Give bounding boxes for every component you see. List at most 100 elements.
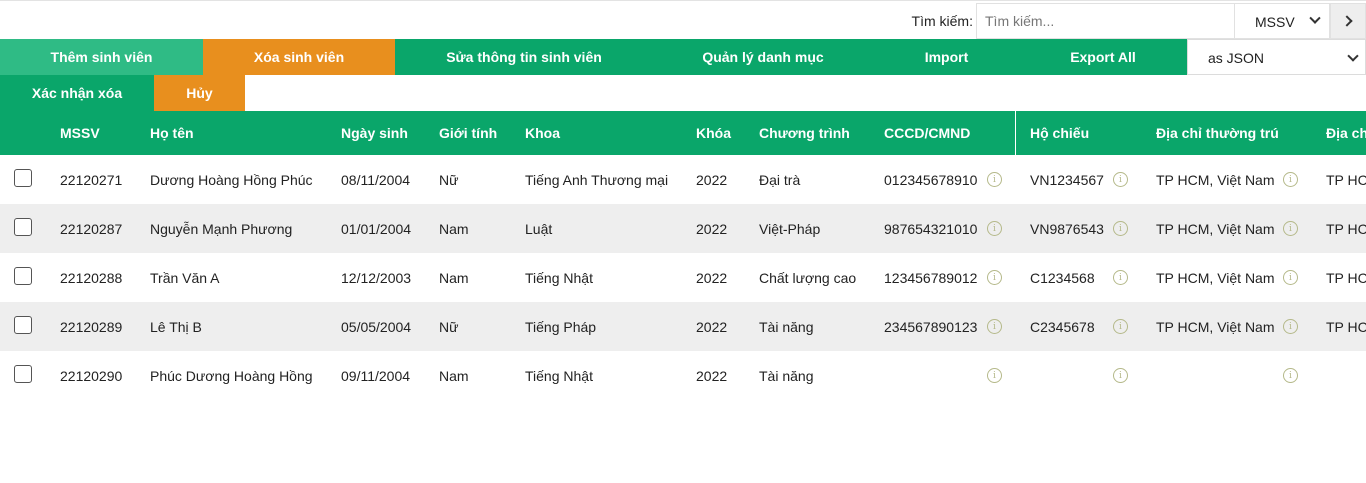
cell-spacer — [1015, 253, 1030, 302]
cell-permanent-address: i — [1156, 351, 1326, 400]
cell-passport: C2345678 i — [1030, 302, 1156, 351]
cell-spacer — [1015, 302, 1030, 351]
cell-program: Chất lượng cao — [759, 269, 857, 286]
cell-mssv: 22120288 — [60, 269, 123, 286]
cell-id-card: i — [884, 351, 1015, 400]
add-student-button[interactable]: Thêm sinh viên — [0, 39, 203, 75]
export-format-value: as JSON — [1208, 50, 1265, 66]
cell-cohort: 2022 — [696, 269, 728, 286]
delete-confirm-bar: Xác nhận xóa Hủy — [0, 75, 245, 111]
cell-dob: 08/11/2004 — [341, 171, 411, 188]
info-icon[interactable]: i — [1113, 270, 1128, 285]
cell-address-2 — [1326, 351, 1366, 400]
manage-categories-button[interactable]: Quản lý danh mục — [653, 39, 873, 75]
row-checkbox[interactable] — [14, 364, 32, 383]
cell-passport: VN1234567 i — [1030, 155, 1156, 204]
id-card-value: 987654321010 — [884, 220, 978, 237]
id-card-value: 012345678910 — [884, 171, 978, 188]
delete-student-button[interactable]: Xóa sinh viên — [203, 39, 395, 75]
cell-program: Việt-Pháp — [759, 220, 821, 237]
import-button[interactable]: Import — [873, 39, 1020, 75]
cell-dob: 09/11/2004 — [341, 367, 411, 384]
cell-cohort: 2022 — [696, 220, 728, 237]
row-checkbox[interactable] — [14, 168, 32, 187]
cell-faculty: Tiếng Nhật — [525, 367, 593, 384]
row-select-cell — [0, 351, 60, 400]
info-icon[interactable]: i — [1283, 270, 1298, 285]
cell-address-2: TP HCM — [1326, 269, 1366, 286]
cell-gender: Nữ — [439, 171, 459, 188]
cell-spacer — [1015, 155, 1030, 204]
cell-dob: 01/01/2004 — [341, 220, 412, 237]
search-input[interactable] — [976, 3, 1234, 39]
cell-address-2: TP HCM — [1326, 220, 1366, 237]
edit-student-button[interactable]: Sửa thông tin sinh viên — [395, 39, 653, 75]
cell-id-card: 012345678910 i — [884, 155, 1015, 204]
header-divider — [1014, 111, 1030, 155]
info-icon[interactable]: i — [1113, 368, 1128, 383]
cell-address-2: TP HCM — [1326, 171, 1366, 188]
info-icon[interactable]: i — [987, 270, 1002, 285]
table-row[interactable]: 22120290 Phúc Dương Hoàng Hồng 09/11/2004 N… — [0, 351, 1366, 400]
cell-mssv: 22120290 — [60, 367, 123, 384]
search-label: Tìm kiếm: — [911, 13, 973, 29]
cell-cohort: 2022 — [696, 367, 728, 384]
cell-id-card: 987654321010 i — [884, 204, 1015, 253]
chevron-right-icon — [1341, 15, 1353, 27]
header-gender[interactable]: Giới tính — [439, 111, 525, 155]
cell-id-card: 123456789012 i — [884, 253, 1015, 302]
cell-spacer — [1015, 204, 1030, 253]
cell-faculty: Tiếng Nhật — [525, 269, 593, 286]
header-faculty[interactable]: Khoa — [525, 111, 696, 155]
student-table-container: MSSV Họ tên Ngày sinh Giới tính Khoa Khó… — [0, 111, 1366, 401]
table-row[interactable]: 22120289 Lê Thị B 05/05/2004 Nữ Tiếng Pháp 20… — [0, 302, 1366, 351]
header-dob[interactable]: Ngày sinh — [341, 111, 439, 155]
header-program[interactable]: Chương trình — [759, 111, 884, 155]
info-icon[interactable]: i — [1283, 172, 1298, 187]
info-icon[interactable]: i — [1113, 221, 1128, 236]
cell-name: Nguyễn Mạnh Phương — [150, 220, 293, 237]
cell-passport: i — [1030, 351, 1156, 400]
info-icon[interactable]: i — [987, 221, 1002, 236]
info-icon[interactable]: i — [1113, 319, 1128, 334]
permanent-address-value: TP HCM, Việt Nam — [1156, 171, 1275, 188]
export-all-button[interactable]: Export All — [1020, 39, 1186, 75]
header-name[interactable]: Họ tên — [150, 111, 341, 155]
cell-gender: Nam — [439, 367, 469, 384]
toolbar: Thêm sinh viên Xóa sinh viên Sửa thông t… — [0, 39, 1366, 75]
table-row[interactable]: 22120287 Nguyễn Mạnh Phương 01/01/2004 Nam L… — [0, 204, 1366, 253]
header-passport[interactable]: Hộ chiếu — [1030, 111, 1156, 155]
header-cohort[interactable]: Khóa — [696, 111, 759, 155]
info-icon[interactable]: i — [1283, 368, 1298, 383]
cell-gender: Nam — [439, 220, 469, 237]
permanent-address-value: TP HCM, Việt Nam — [1156, 269, 1275, 286]
header-permanent-address[interactable]: Địa chỉ thường trú — [1156, 111, 1326, 155]
table-row[interactable]: 22120288 Trần Văn A 12/12/2003 Nam Tiếng Nhậ… — [0, 253, 1366, 302]
header-id-card[interactable]: CCCD/CMND — [884, 111, 1015, 155]
chevron-down-icon — [1309, 12, 1321, 24]
header-mssv[interactable]: MSSV — [60, 111, 150, 155]
info-icon[interactable]: i — [987, 368, 1002, 383]
row-checkbox[interactable] — [14, 315, 32, 334]
search-bar: Tìm kiếm: MSSV — [0, 2, 1366, 39]
cell-permanent-address: TP HCM, Việt Nam i — [1156, 204, 1326, 253]
info-icon[interactable]: i — [987, 319, 1002, 334]
table-row[interactable]: 22120271 Dương Hoàng Hồng Phúc 08/11/2004 N… — [0, 155, 1366, 204]
cancel-button[interactable]: Hủy — [154, 75, 245, 111]
confirm-delete-button[interactable]: Xác nhận xóa — [0, 75, 154, 111]
row-select-cell — [0, 302, 60, 351]
header-address-2[interactable]: Địa chỉ tạm trú — [1326, 111, 1366, 155]
info-icon[interactable]: i — [1283, 221, 1298, 236]
export-format-select[interactable]: as JSON — [1187, 39, 1366, 75]
search-field-select[interactable]: MSSV — [1234, 3, 1330, 39]
row-checkbox[interactable] — [14, 217, 32, 236]
search-submit-button[interactable] — [1330, 3, 1366, 39]
info-icon[interactable]: i — [987, 172, 1002, 187]
info-icon[interactable]: i — [1113, 172, 1128, 187]
cell-cohort: 2022 — [696, 171, 728, 188]
cell-id-card: 234567890123 i — [884, 302, 1015, 351]
cell-name: Dương Hoàng Hồng Phúc — [150, 171, 313, 188]
info-icon[interactable]: i — [1283, 319, 1298, 334]
row-checkbox[interactable] — [14, 266, 32, 285]
chevron-down-icon — [1347, 50, 1359, 62]
